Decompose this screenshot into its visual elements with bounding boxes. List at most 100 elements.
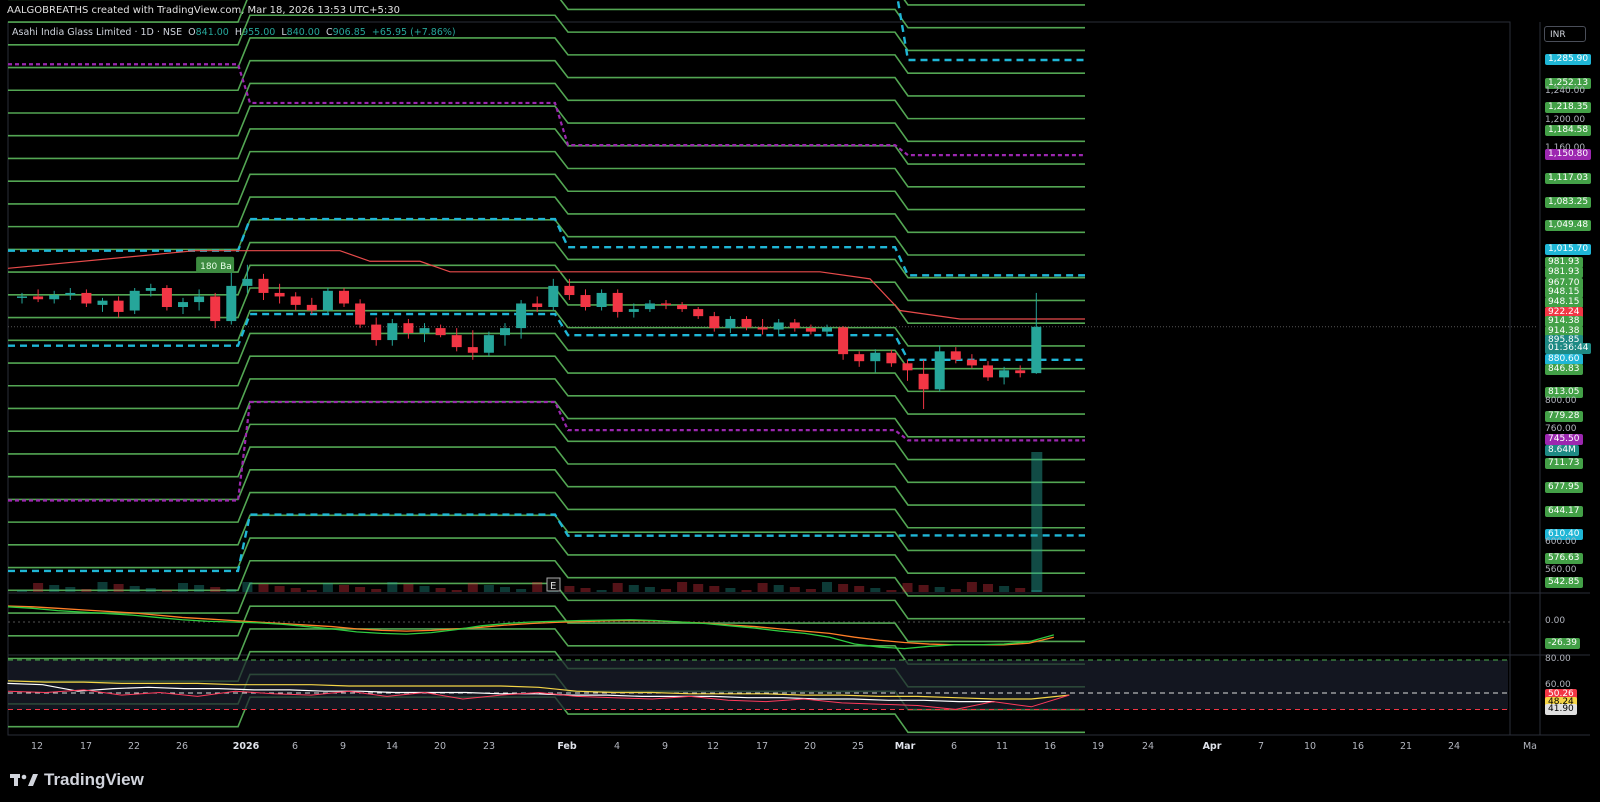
volume-bar — [210, 587, 221, 592]
time-axis-tick: 25 — [852, 741, 864, 752]
macd-scale-label: 0.00 — [1545, 616, 1566, 626]
candle-body — [290, 296, 301, 305]
volume-bar — [966, 582, 977, 592]
pivot-band-line — [8, 514, 1085, 552]
pivot-band-line — [8, 0, 1085, 6]
candle-body — [242, 278, 253, 286]
candle-body — [483, 335, 494, 353]
price-chart[interactable]: 180 Ba E 12 17 22 26 2026 6 9 14 20 23 Feb 4 9 12 17 20 25… — [0, 0, 1600, 802]
volume-bar — [65, 587, 76, 592]
macd-scale-label: -26.39 — [1545, 638, 1581, 649]
time-axis-tick: 20 — [804, 741, 816, 752]
time-axis-tick: 6 — [951, 741, 957, 752]
price-scale-label: 600.00 — [1545, 536, 1577, 547]
volume-bar — [725, 588, 736, 592]
price-scale-label: 644.17 — [1545, 505, 1583, 517]
candle-body — [339, 290, 349, 304]
pivot-cyan-line — [8, 513, 1085, 573]
volume-bar — [805, 589, 816, 592]
rsi-scale-label: 80.00 — [1545, 654, 1571, 664]
price-scale-label: 779.28 — [1545, 410, 1583, 422]
time-axis-tick: 14 — [386, 741, 398, 752]
pivot-band-line — [8, 173, 1085, 211]
time-axis-tick: 24 — [1142, 741, 1154, 752]
candle-body — [81, 292, 92, 304]
price-scale-label: 1,285.90 — [1545, 54, 1592, 66]
moving-average-line — [7, 250, 1085, 320]
volume-bar — [757, 583, 768, 592]
candle-body — [741, 318, 752, 328]
volume-bar — [677, 582, 688, 592]
volume-bar — [902, 583, 913, 592]
volume-bar — [161, 590, 172, 592]
pivot-band-line — [8, 128, 1085, 165]
time-axis-tick: 21 — [1400, 741, 1412, 752]
volume-bar — [822, 582, 832, 592]
candle-body — [999, 370, 1010, 378]
volume-bar — [290, 588, 301, 592]
volume-bar — [564, 586, 575, 592]
earnings-marker-label: E — [550, 581, 556, 592]
time-axis-tick: 11 — [996, 741, 1008, 752]
time-axis-tick: 22 — [128, 741, 140, 752]
candle-body — [500, 328, 510, 336]
candle-body — [564, 285, 575, 296]
tradingview-logo[interactable]: TradingView — [10, 770, 144, 790]
candle-body — [145, 288, 156, 291]
time-axis-tick: 12 — [31, 741, 43, 752]
candle-body — [789, 322, 800, 329]
candle-body — [934, 351, 945, 390]
pivot-band-line — [8, 82, 1085, 120]
volume-bar — [870, 588, 881, 592]
volume-bar — [435, 588, 446, 592]
price-scale-label: 677.95 — [1545, 481, 1583, 493]
volume-bar — [178, 583, 188, 592]
candle-body — [773, 322, 784, 330]
pivot-band-line — [8, 423, 1085, 461]
volume-bar — [854, 586, 865, 592]
volume-bar — [596, 590, 607, 592]
candle-body — [532, 303, 543, 307]
time-axis-tick: 26 — [176, 741, 188, 752]
time-axis-tick: 10 — [1304, 741, 1316, 752]
candle-body — [612, 292, 623, 312]
candle-body — [129, 290, 140, 311]
candle-body — [113, 300, 124, 312]
volume-bar — [274, 586, 285, 592]
time-axis-tick: 2026 — [233, 741, 260, 752]
price-scale-label: 1,200.00 — [1545, 114, 1586, 125]
volume-bar — [242, 582, 253, 592]
candle-body — [451, 335, 462, 348]
candle-body — [596, 292, 607, 307]
candle-body — [870, 352, 881, 362]
time-axis-tick: 23 — [483, 741, 495, 752]
candle-body — [274, 292, 285, 297]
price-scale-label: 800.00 — [1545, 396, 1577, 406]
time-axis-tick: 7 — [1258, 741, 1264, 752]
candle-body — [902, 363, 913, 371]
price-scale-label: 576.63 — [1545, 553, 1583, 565]
candle-body — [822, 327, 832, 332]
volume-bar — [145, 588, 156, 592]
price-scale-label: 760.00 — [1545, 424, 1577, 435]
brand-name: TradingView — [44, 770, 144, 789]
time-axis-tick: 19 — [1092, 741, 1104, 752]
pivot-band-line — [8, 105, 1085, 143]
volume-bar — [628, 585, 639, 592]
pivot-purple-line — [8, 400, 1085, 502]
volume-bar — [918, 585, 929, 592]
price-scale-label: 1,150.80 — [1545, 149, 1592, 161]
volume-bar — [226, 589, 237, 592]
price-scale-label: 542.85 — [1545, 576, 1583, 588]
volume-bar — [644, 587, 655, 592]
pivot-band-line — [8, 196, 1085, 234]
candle-body — [548, 285, 559, 307]
candle-body — [97, 300, 108, 305]
volume-bar — [467, 583, 478, 592]
candle-body — [693, 309, 704, 317]
candle-body — [194, 296, 205, 303]
price-scale-label: 1,218.35 — [1545, 101, 1592, 113]
candle-body — [467, 347, 478, 353]
price-scale-label: 1,240.00 — [1545, 86, 1586, 97]
volume-bar — [612, 583, 623, 592]
